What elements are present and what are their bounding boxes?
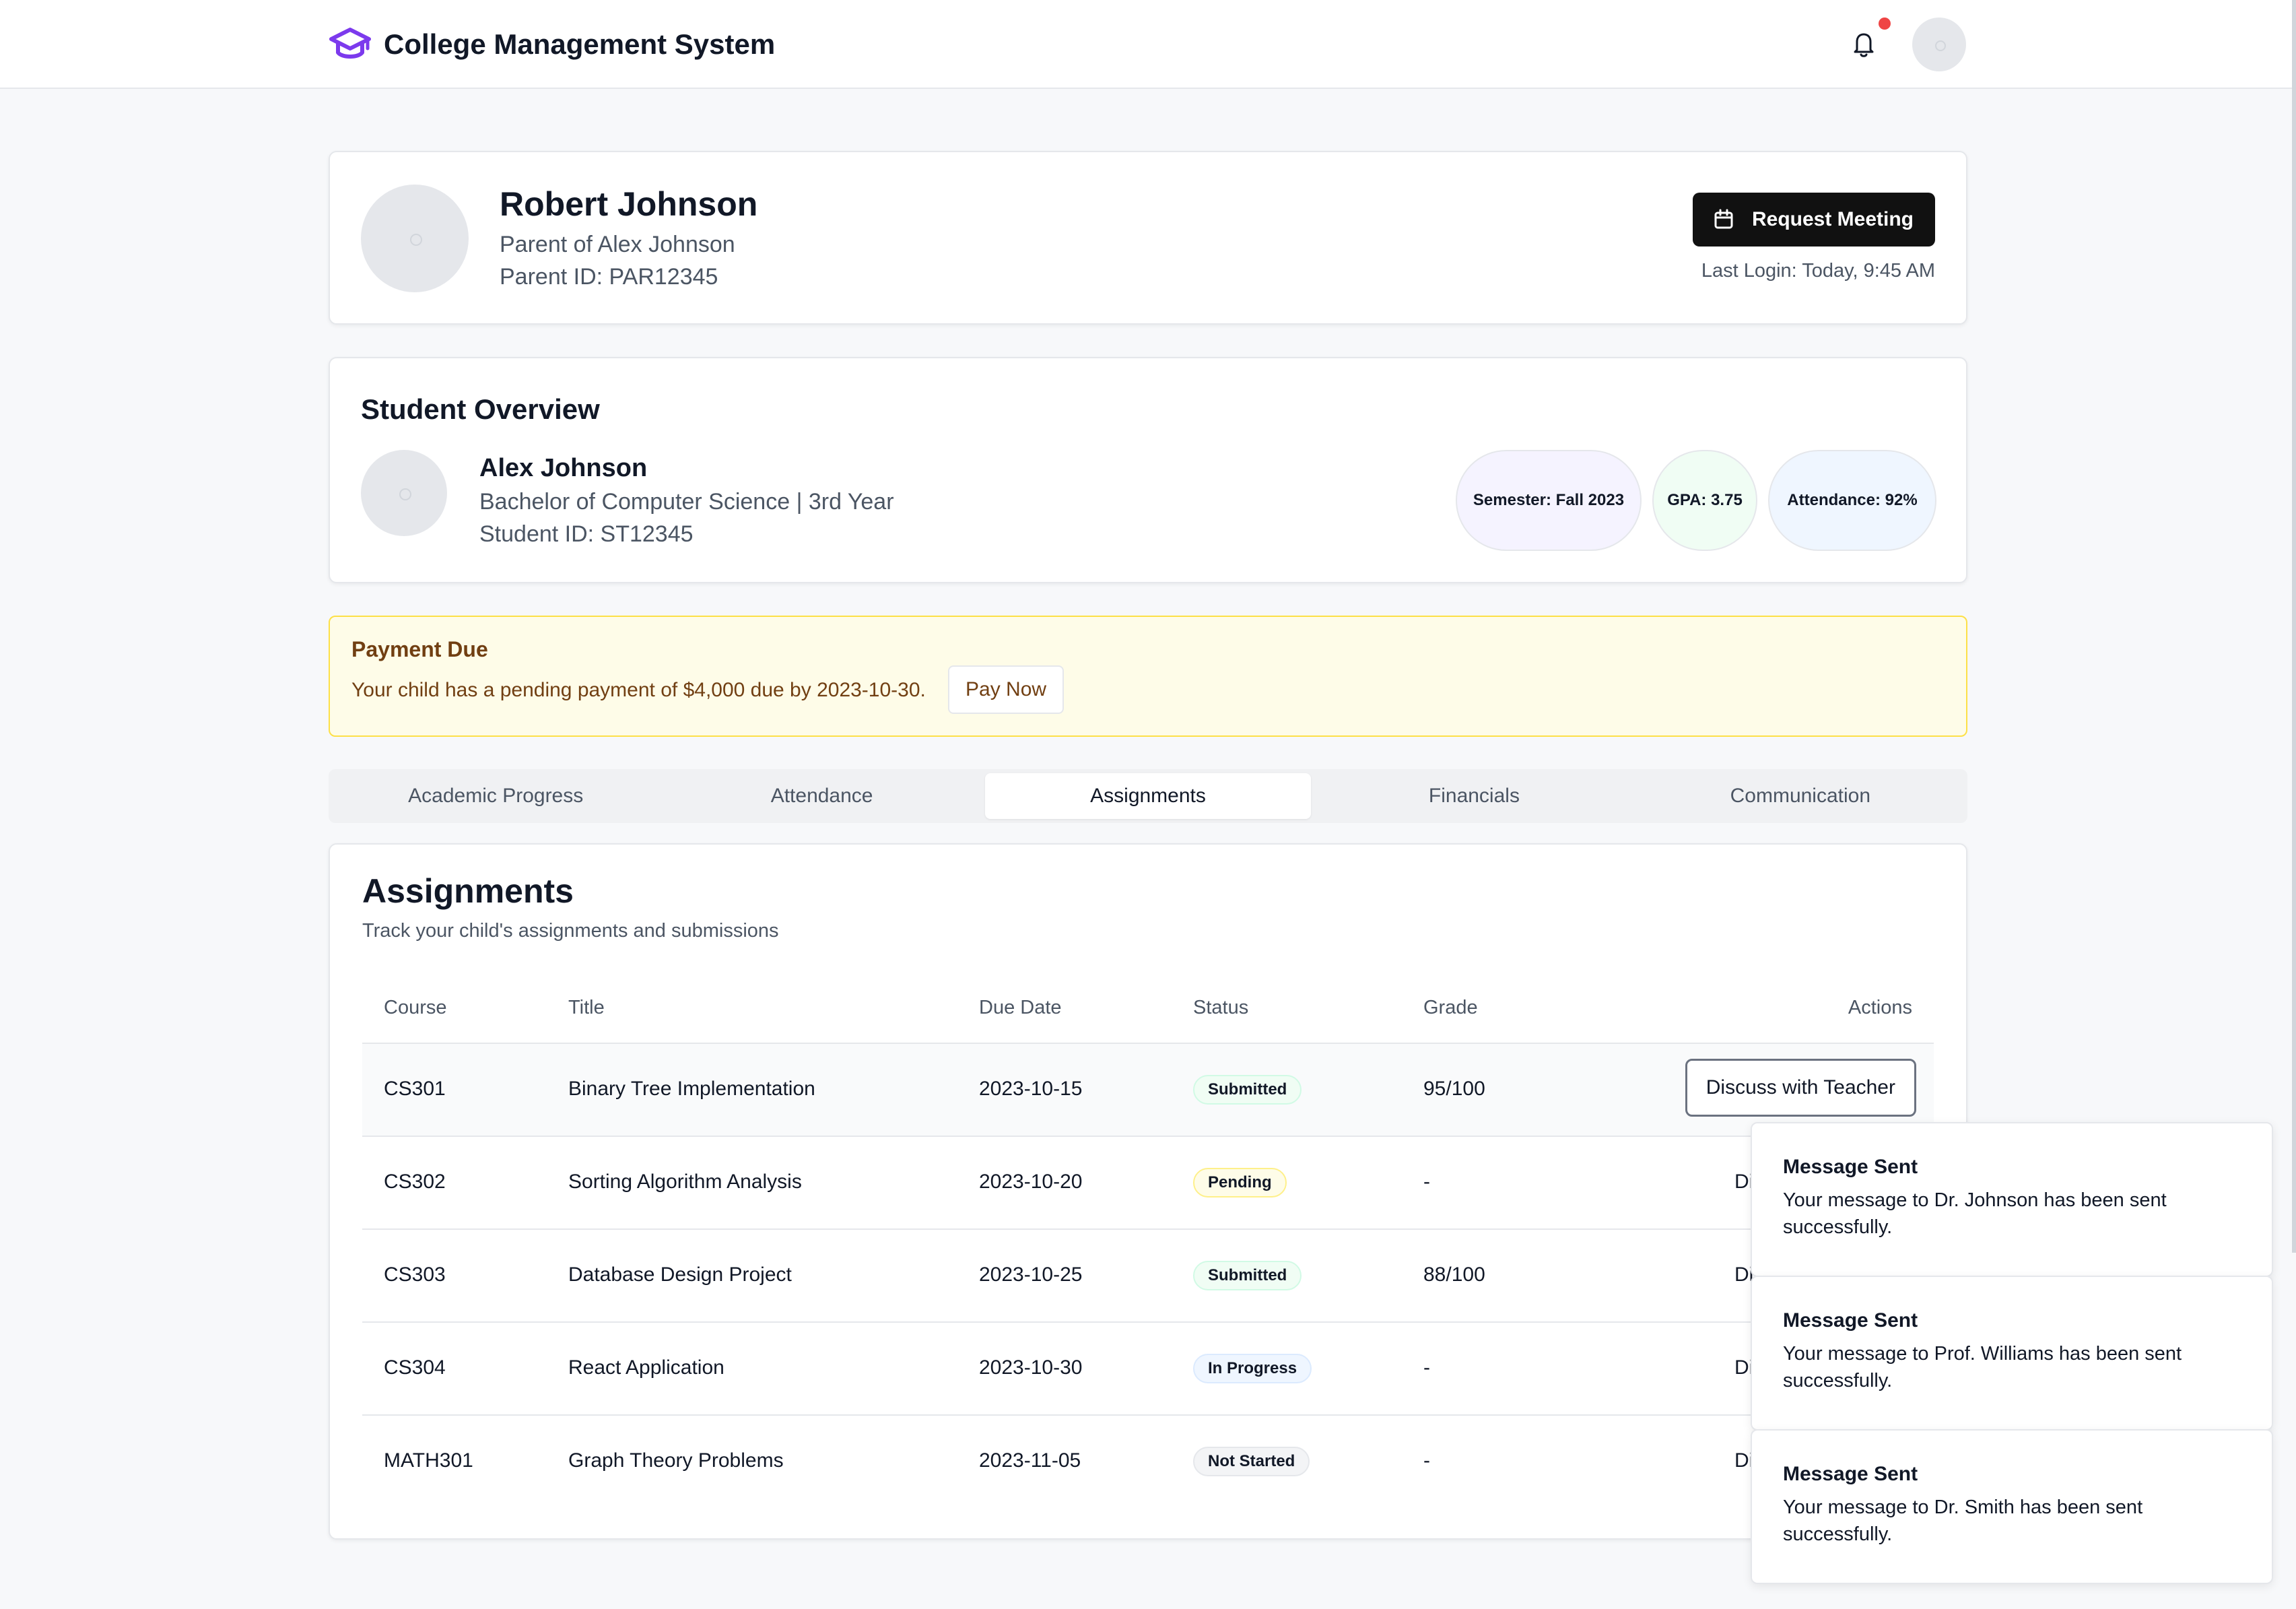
student-program: Bachelor of Computer Science | 3rd Year — [479, 489, 894, 515]
toast-message: Your message to Prof. Williams has been … — [1783, 1343, 2182, 1391]
user-avatar[interactable] — [1912, 18, 1966, 71]
tab-financials[interactable]: Financials — [1311, 773, 1637, 819]
semester-pill: Semester: Fall 2023 — [1456, 450, 1642, 551]
attendance-pill: Attendance: 92% — [1768, 450, 1936, 551]
bell-icon[interactable] — [1850, 30, 1877, 59]
parent-relation: Parent of Alex Johnson — [500, 232, 735, 257]
status-badge: Submitted — [1193, 1261, 1302, 1290]
column-header-title: Title — [568, 997, 605, 1018]
toast-notification[interactable]: Message Sent Your message to Prof. Willi… — [1751, 1276, 2273, 1431]
table-row: CS304 React Application 2023-10-30 In Pr… — [362, 1321, 1934, 1414]
course-cell: MATH301 — [384, 1449, 473, 1472]
toast-message: Your message to Dr. Smith has been sent … — [1783, 1497, 2143, 1545]
due-date-cell: 2023-10-15 — [979, 1078, 1083, 1100]
tab-communication[interactable]: Communication — [1637, 773, 1963, 819]
tab-academic-progress[interactable]: Academic Progress — [333, 773, 659, 819]
table-row: CS302 Sorting Algorithm Analysis 2023-10… — [362, 1136, 1934, 1228]
student-name: Alex Johnson — [479, 454, 648, 482]
assignments-title: Assignments — [362, 872, 574, 910]
student-id: Student ID: ST12345 — [479, 521, 694, 547]
app-title: College Management System — [384, 28, 776, 60]
assignments-subtitle: Track your child's assignments and submi… — [362, 920, 779, 942]
student-avatar — [361, 450, 447, 536]
course-cell: CS302 — [384, 1171, 446, 1193]
column-header-status: Status — [1193, 997, 1249, 1018]
gpa-pill: GPA: 3.75 — [1652, 450, 1757, 551]
table-row: CS303 Database Design Project 2023-10-25… — [362, 1228, 1934, 1321]
title-cell: Graph Theory Problems — [568, 1449, 784, 1472]
parent-name: Robert Johnson — [500, 185, 758, 223]
status-badge: In Progress — [1193, 1354, 1312, 1383]
due-date-cell: 2023-11-05 — [979, 1449, 1081, 1472]
last-login: Last Login: Today, 9:45 AM — [1701, 260, 1935, 282]
column-header-due-date: Due Date — [979, 997, 1062, 1018]
graduation-cap-icon — [329, 28, 371, 59]
status-badge: Not Started — [1193, 1447, 1310, 1476]
status-badge: Pending — [1193, 1168, 1287, 1197]
column-header-actions: Actions — [1848, 997, 1912, 1018]
toast-title: Message Sent — [1783, 1463, 1918, 1485]
column-header-grade: Grade — [1423, 997, 1478, 1018]
table-row: MATH301 Graph Theory Problems 2023-11-05… — [362, 1414, 1934, 1507]
payment-due-alert: Payment Due Your child has a pending pay… — [329, 616, 1967, 737]
grade-cell: 95/100 — [1423, 1078, 1485, 1100]
table-row: CS301 Binary Tree Implementation 2023-10… — [362, 1043, 1934, 1136]
due-date-cell: 2023-10-30 — [979, 1356, 1083, 1379]
due-date-cell: 2023-10-25 — [979, 1263, 1083, 1286]
calendar-icon — [1714, 209, 1733, 229]
toast-notification[interactable]: Message Sent Your message to Dr. Smith h… — [1751, 1429, 2273, 1584]
discuss-with-teacher-button[interactable]: Discuss with Teacher — [1685, 1059, 1916, 1117]
course-cell: CS303 — [384, 1263, 446, 1286]
parent-profile-card: Robert Johnson Parent of Alex Johnson Pa… — [329, 151, 1967, 325]
toast-title: Message Sent — [1783, 1309, 1918, 1332]
grade-cell: - — [1423, 1356, 1430, 1379]
alert-text: Your child has a pending payment of $4,0… — [351, 679, 926, 701]
toast-notification[interactable]: Message Sent Your message to Dr. Johnson… — [1751, 1122, 2273, 1277]
request-meeting-label: Request Meeting — [1751, 208, 1914, 230]
toast-message: Your message to Dr. Johnson has been sen… — [1783, 1189, 2167, 1238]
parent-id: Parent ID: PAR12345 — [500, 264, 718, 290]
student-overview-title: Student Overview — [361, 393, 600, 425]
tab-assignments[interactable]: Assignments — [984, 773, 1312, 819]
brand[interactable]: College Management System — [329, 26, 775, 63]
pay-now-button[interactable]: Pay Now — [948, 665, 1065, 714]
top-navbar: College Management System — [0, 0, 2296, 89]
title-cell: Sorting Algorithm Analysis — [568, 1171, 802, 1193]
scrollbar[interactable] — [2292, 0, 2296, 1253]
tab-bar: Academic Progress Attendance Assignments… — [329, 769, 1967, 823]
title-cell: React Application — [568, 1356, 724, 1379]
parent-avatar — [361, 185, 469, 292]
status-badge: Submitted — [1193, 1075, 1302, 1105]
student-overview-card: Student Overview Alex Johnson Bachelor o… — [329, 357, 1967, 583]
toast-title: Message Sent — [1783, 1156, 1918, 1178]
column-header-course: Course — [384, 997, 447, 1018]
notification-dot — [1879, 18, 1891, 30]
assignments-card: Assignments Track your child's assignmen… — [329, 843, 1967, 1540]
grade-cell: 88/100 — [1423, 1263, 1485, 1286]
grade-cell: - — [1423, 1449, 1430, 1472]
title-cell: Binary Tree Implementation — [568, 1078, 815, 1100]
course-cell: CS301 — [384, 1078, 446, 1100]
grade-cell: - — [1423, 1171, 1430, 1193]
tab-attendance[interactable]: Attendance — [659, 773, 984, 819]
title-cell: Database Design Project — [568, 1263, 792, 1286]
request-meeting-button[interactable]: Request Meeting — [1692, 193, 1935, 247]
due-date-cell: 2023-10-20 — [979, 1171, 1083, 1193]
course-cell: CS304 — [384, 1356, 446, 1379]
alert-title: Payment Due — [351, 637, 488, 661]
